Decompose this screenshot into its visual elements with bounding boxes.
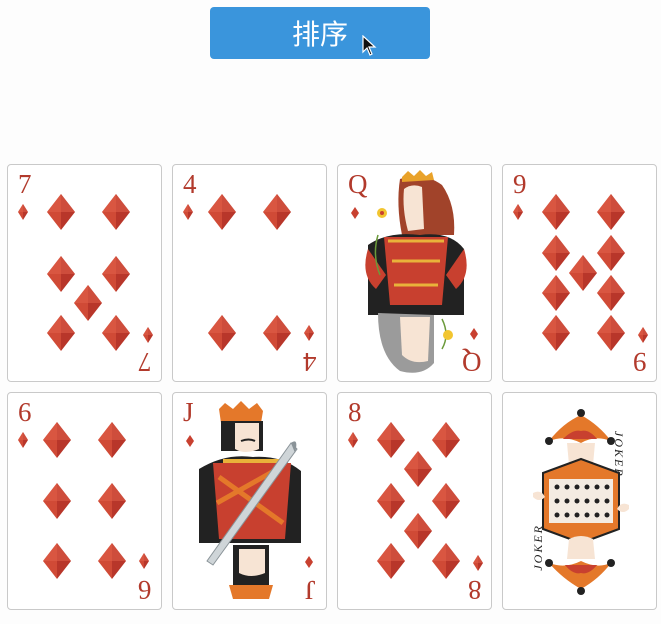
diamond-pip-icon [597, 315, 625, 351]
diamond-pip-icon [404, 513, 432, 549]
playing-card-q-diamonds[interactable]: Q Q [337, 164, 492, 382]
diamond-pip-icon [74, 285, 102, 321]
queen-illustration [351, 170, 478, 373]
diamond-pip-icon [638, 327, 648, 343]
diamond-pip-icon [143, 327, 153, 343]
diamond-pip-icon [208, 315, 236, 351]
playing-card-9-diamonds[interactable]: 9 9 [502, 164, 657, 382]
diamond-pip-icon [43, 422, 71, 458]
diamond-pips [18, 422, 149, 579]
diamond-pip-icon [542, 275, 570, 311]
diamond-pip-icon [98, 483, 126, 519]
diamond-pip-icon [18, 204, 28, 220]
playing-card-7-diamonds[interactable]: 7 7 [7, 164, 162, 382]
diamond-pip-icon [377, 483, 405, 519]
diamond-pip-icon [597, 275, 625, 311]
diamond-pips [18, 194, 153, 351]
playing-card-8-diamonds[interactable]: 8 8 [337, 392, 492, 610]
diamond-pips [183, 194, 314, 351]
diamond-pip-icon [597, 194, 625, 230]
diamond-pip-icon [304, 325, 314, 341]
playing-card-4-diamonds[interactable]: 4 4 [172, 164, 327, 382]
diamond-pip-icon [542, 194, 570, 230]
diamond-pip-icon [377, 543, 405, 579]
diamond-pip-icon [43, 543, 71, 579]
diamond-pip-icon [102, 194, 130, 230]
diamond-pip-icon [263, 315, 291, 351]
diamond-pip-icon [542, 315, 570, 351]
diamond-pip-icon [18, 432, 28, 448]
diamond-pips [513, 194, 648, 351]
diamond-pip-icon [102, 256, 130, 292]
diamond-pip-icon [139, 553, 149, 569]
diamond-pip-icon [98, 543, 126, 579]
diamond-pip-icon [597, 235, 625, 271]
diamond-pip-icon [208, 194, 236, 230]
diamond-pip-icon [569, 255, 597, 291]
diamond-pip-icon [183, 204, 193, 220]
diamond-pip-icon [102, 315, 130, 351]
diamond-pip-icon [47, 256, 75, 292]
playing-card-6-diamonds[interactable]: 6 6 [7, 392, 162, 610]
diamond-pip-icon [377, 422, 405, 458]
diamond-pip-icon [432, 543, 460, 579]
diamond-pip-icon [47, 194, 75, 230]
joker-illustration [533, 409, 629, 595]
playing-card-joker[interactable]: JOKER JOKER [502, 392, 657, 610]
diamond-pip-icon [98, 422, 126, 458]
diamond-pip-icon [432, 483, 460, 519]
diamond-pip-icon [542, 235, 570, 271]
diamond-pip-icon [513, 204, 523, 220]
diamond-pip-icon [473, 555, 483, 571]
diamond-pips [348, 422, 483, 579]
playing-card-j-diamonds[interactable]: J J [172, 392, 327, 610]
diamond-pip-icon [432, 422, 460, 458]
diamond-pip-icon [348, 432, 358, 448]
diamond-pip-icon [263, 194, 291, 230]
diamond-pip-icon [43, 483, 71, 519]
diamond-pip-icon [47, 315, 75, 351]
jack-illustration [186, 401, 313, 599]
diamond-pip-icon [404, 451, 432, 487]
card-grid: 7 7 4 4 Q Q 9 9 6 6 J J 8 8 JOKER JOKER [0, 0, 661, 624]
